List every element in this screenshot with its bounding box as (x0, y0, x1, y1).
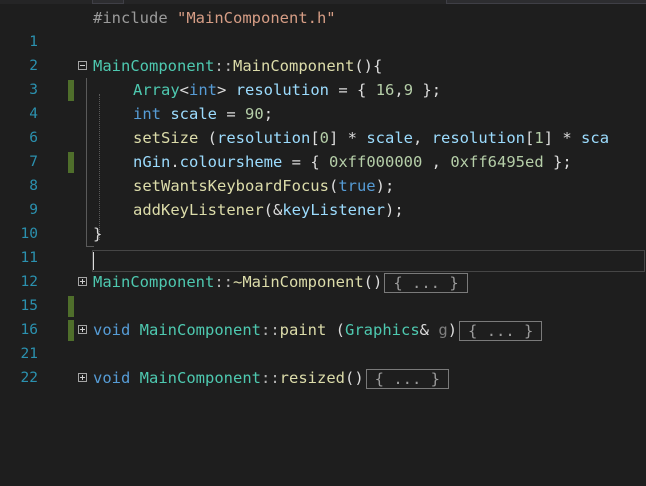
code-line[interactable]: 22 (0, 342, 646, 386)
code-text: int scale = 90; (133, 105, 274, 123)
change-marker (68, 296, 74, 317)
code-line[interactable]: 10 addKeyListener(&keyListener); (0, 198, 646, 242)
code-text: void MainComponent::resized(){ ... } (93, 366, 449, 390)
code-text: #include "MainComponent.h" (93, 9, 336, 27)
code-line[interactable]: 4 Array<int> resolution = { 16,9 }; (0, 78, 646, 122)
code-line[interactable]: 15 MainComponent::~MainComponent(){ ... … (0, 270, 646, 314)
collapsed-block[interactable]: { ... } (365, 368, 449, 389)
code-line[interactable]: 3 MainComponent::MainComponent(){ (0, 54, 646, 98)
expand-icon[interactable] (78, 373, 87, 382)
code-line[interactable]: 2 (0, 30, 646, 74)
code-line-current[interactable]: 12 (0, 246, 646, 290)
code-text: MainComponent::MainComponent(){ (93, 57, 383, 75)
code-editor[interactable]: 1 #include "MainComponent.h" 2 3 MainCom… (0, 6, 646, 426)
code-text: setWantsKeyboardFocus(true); (133, 177, 395, 195)
collapsed-block[interactable]: { ... } (459, 320, 543, 341)
code-text: MainComponent::~MainComponent(){ ... } (93, 270, 468, 294)
code-line[interactable]: 9 setWantsKeyboardFocus(true); (0, 174, 646, 218)
change-marker (68, 80, 74, 101)
tab-fragment[interactable] (446, 0, 646, 4)
code-line[interactable]: 6 int scale = 90; (0, 102, 646, 146)
tab-fragment[interactable] (92, 0, 124, 4)
change-marker (68, 152, 74, 173)
code-line[interactable]: 8 nGin.coloursheme = { 0xff000000 , 0xff… (0, 150, 646, 194)
change-marker (68, 320, 74, 341)
code-text: void MainComponent::paint (Graphics& g){… (93, 318, 543, 342)
code-line[interactable]: 1 #include "MainComponent.h" (0, 6, 646, 50)
code-line[interactable]: void MainComponent::resized(){ ... } (0, 366, 646, 390)
code-text: nGin.coloursheme = { 0xff000000 , 0xff64… (133, 153, 572, 171)
collapsed-block[interactable]: { ... } (384, 272, 468, 293)
collapse-icon[interactable] (78, 61, 87, 70)
code-line[interactable]: 16 (0, 294, 646, 338)
code-line[interactable]: 11 } (0, 222, 646, 266)
tab-strip (0, 0, 646, 4)
code-text: addKeyListener(&keyListener); (133, 201, 404, 219)
code-text: setSize (resolution[0] * scale, resoluti… (133, 129, 610, 147)
expand-icon[interactable] (78, 325, 87, 334)
code-line[interactable]: 7 setSize (resolution[0] * scale, resolu… (0, 126, 646, 170)
expand-icon[interactable] (78, 277, 87, 286)
code-line[interactable]: 21 void MainComponent::paint (Graphics& … (0, 318, 646, 362)
code-text: } (93, 225, 103, 243)
code-text: Array<int> resolution = { 16,9 }; (133, 81, 442, 99)
